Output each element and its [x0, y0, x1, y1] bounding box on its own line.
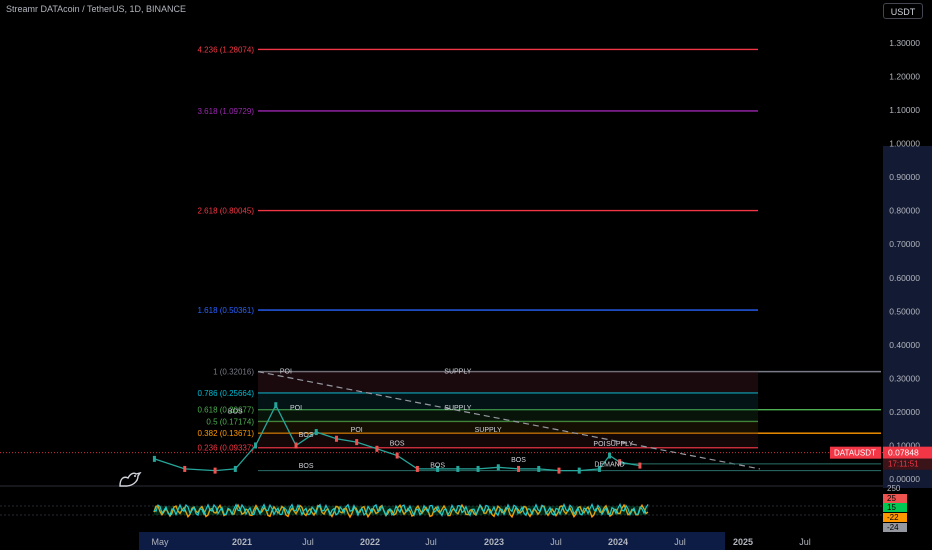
price-point [233, 465, 237, 472]
price-point [476, 465, 480, 472]
price-tick-label: 1.00000 [889, 139, 920, 149]
price-tick-label: 0.70000 [889, 239, 920, 249]
fib-level-label: 1.618 (0.50361) [198, 306, 255, 315]
price-point [456, 465, 460, 472]
price-point [517, 465, 521, 472]
fib-level-label: 2.618 (0.80045) [198, 207, 255, 216]
price-tick-label: 0.60000 [889, 273, 920, 283]
current-price-label: 0.07848 [888, 448, 919, 458]
time-tick-label: 2021 [232, 537, 252, 547]
indicator-tick-label: 25 [887, 494, 896, 503]
fib-band [258, 433, 758, 448]
time-tick-label: 2022 [360, 537, 380, 547]
price-point [557, 467, 561, 474]
annotation-label: POI [280, 368, 292, 375]
price-point [395, 452, 399, 459]
annotation-label: BOS [511, 457, 526, 464]
price-point [608, 452, 612, 459]
symbol-label: DATAUSDT [834, 449, 876, 458]
price-tick-label: 1.20000 [889, 72, 920, 82]
annotation-label: SUPPLY [475, 427, 502, 434]
time-tick-label: Jul [674, 537, 686, 547]
price-point [254, 442, 258, 449]
price-scale-highlight [883, 146, 932, 488]
annotation-label: SUPPLY [444, 405, 471, 412]
price-point [355, 439, 359, 446]
tradingview-logo-icon[interactable] [118, 468, 142, 488]
price-point [183, 465, 187, 472]
fib-band [258, 371, 758, 393]
price-point [638, 462, 642, 469]
price-point [334, 435, 338, 442]
price-point [496, 464, 500, 471]
annotation-label: SUPPLY [606, 441, 633, 448]
price-tick-label: 0.90000 [889, 172, 920, 182]
price-point [152, 455, 156, 462]
price-tick-label: 0.00000 [889, 474, 920, 484]
time-tick-label: 2024 [608, 537, 628, 547]
fib-level-label: 1 (0.32016) [213, 368, 254, 377]
fib-level-label: 4.236 (1.28074) [198, 45, 255, 54]
fib-level-label: 3.618 (1.09729) [198, 107, 255, 116]
price-point [577, 467, 581, 474]
price-tick-label: 1.10000 [889, 105, 920, 115]
time-tick-label: May [151, 537, 169, 547]
annotation-label: BOS [390, 440, 405, 447]
indicator-tick-label: 250 [887, 484, 901, 493]
price-tick-label: 0.30000 [889, 373, 920, 383]
fib-band [258, 392, 758, 410]
price-tick-label: 0.50000 [889, 306, 920, 316]
fib-level-label: 0.382 (0.13671) [198, 429, 255, 438]
time-axis: May 2021 Jul 2022 Jul 2023 Jul 2024 Jul 2025 Jul [139, 532, 811, 550]
countdown-label: 17:11:51 [888, 460, 919, 469]
price-tick-label: 1.30000 [889, 38, 920, 48]
indicator-tick-label: 15 [887, 503, 896, 512]
time-tick-label: Jul [302, 537, 314, 547]
annotation-label: POI [593, 441, 605, 448]
annotation-label: POI [351, 427, 363, 434]
price-point [314, 429, 318, 436]
price-tick-label: 0.80000 [889, 206, 920, 216]
time-tick-label: 2025 [733, 537, 753, 547]
time-tick-label: Jul [799, 537, 811, 547]
price-point [415, 465, 419, 472]
annotation-label: BOS [430, 462, 445, 469]
price-point [213, 467, 217, 474]
time-tick-label: Jul [550, 537, 562, 547]
indicator-tick-label: -24 [887, 523, 899, 532]
indicator-tick-label: -22 [887, 513, 899, 522]
fib-level-label: 0.236 (0.09337) [198, 444, 255, 453]
annotation-label: BOS [299, 432, 314, 439]
price-tick-label: 0.40000 [889, 340, 920, 350]
fib-level-label: 0.5 (0.17174) [206, 417, 254, 426]
fibonacci-levels: 4.236 (1.28074) 3.618 (1.09729) 2.618 (0.8… [0, 45, 883, 454]
fib-level-label: 0.786 (0.25664) [198, 389, 255, 398]
fib-band [258, 421, 758, 434]
annotation-label: BOS [299, 463, 314, 470]
fib-level-label: 0.618 (0.20677) [198, 406, 255, 415]
annotation-label: POI [290, 405, 302, 412]
price-point [537, 465, 541, 472]
price-point [375, 445, 379, 452]
price-point [294, 442, 298, 449]
price-point [274, 402, 278, 409]
indicator-pane [0, 485, 883, 519]
indicator-band [154, 506, 648, 515]
annotation-label: SUPPLY [444, 368, 471, 375]
time-tick-label: 2023 [484, 537, 504, 547]
annotation-label: DEMAND [594, 461, 624, 468]
annotation-label: BOS [228, 409, 243, 416]
price-tick-label: 0.20000 [889, 407, 920, 417]
time-tick-label: Jul [425, 537, 437, 547]
indicator-axis: 2502515-22-24 [883, 484, 907, 532]
